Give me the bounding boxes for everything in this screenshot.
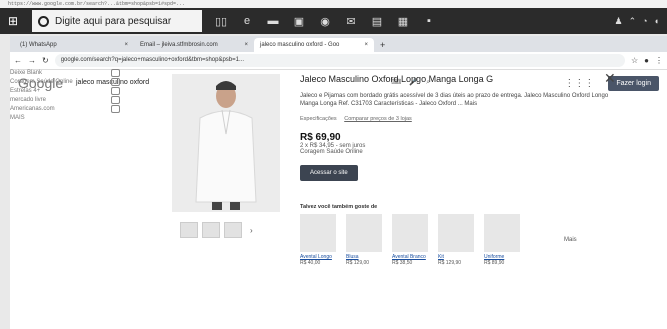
tab-close-icon[interactable]: × [364, 38, 368, 52]
filter-sidebar: Deixe Blank Coragem Saúde Online Estrela… [10, 68, 120, 122]
photos-icon[interactable]: ▤ [364, 10, 390, 32]
system-tray: ♟ ⌃ ◔ ◖ [615, 16, 667, 27]
cortana-icon [38, 15, 49, 27]
new-tab-icon[interactable]: + [374, 38, 391, 52]
filter-label: Americanas.com [10, 105, 55, 112]
product-detail-panel: › ✕ Jaleco Masculino Oxford Longo Manga … [160, 64, 650, 294]
related-item[interactable]: Uniforme R$ 89,90 [484, 214, 520, 266]
filter-label: mercado livre [10, 96, 47, 103]
specs-link[interactable]: Especificações [300, 116, 337, 122]
tray-volume-icon[interactable]: ◖ [654, 16, 659, 27]
product-title: Jaleco Masculino Oxford Longo Manga Long… [300, 74, 494, 84]
related-item[interactable]: Kit R$ 129,90 [438, 214, 474, 266]
filter-label: Estrelas 4+ [10, 87, 41, 94]
mail-icon[interactable]: ✉ [338, 10, 364, 32]
thumbnail[interactable] [180, 222, 198, 238]
filter-item[interactable]: Estrelas 4+ [10, 86, 120, 95]
related-item[interactable]: Avental Branco R$ 38,50 [392, 214, 428, 266]
edge-icon[interactable]: e [234, 10, 260, 32]
taskbar-search-box[interactable]: Digite aqui para pesquisar [32, 10, 202, 32]
related-products: Talvez você também goste de Avental Long… [300, 204, 640, 266]
tab-label: jaleco masculino oxford - Goo [260, 42, 340, 48]
product-links: Especificações Comparar preços de 3 loja… [300, 116, 620, 122]
more-related-link[interactable]: Mais [564, 237, 577, 243]
product-details: Jaleco Masculino Oxford Longo Manga Long… [300, 74, 620, 181]
filter-item[interactable]: mercado livre [10, 95, 120, 104]
tab-strip: (1) WhatsApp × Email – jleiva.stfmbrosin… [10, 36, 667, 52]
product-price: R$ 69,90 [300, 132, 341, 143]
reload-icon[interactable]: ↻ [42, 56, 49, 65]
filter-more-link[interactable]: MAIS [10, 113, 120, 122]
forward-icon[interactable]: → [28, 56, 36, 65]
back-icon[interactable]: ← [14, 56, 22, 65]
related-price: R$ 129,90 [438, 260, 462, 266]
taskbar-apps: ▯▯ e ▬ ▣ ◉ ✉ ▤ ▦ ▪ [208, 10, 442, 32]
filter-checkbox[interactable] [111, 86, 120, 95]
task-view-icon[interactable]: ▯▯ [208, 10, 234, 32]
related-item[interactable]: Avental Longo R$ 40,00 [300, 214, 336, 266]
related-price: R$ 89,90 [484, 260, 505, 266]
related-price: R$ 129,00 [346, 260, 370, 266]
thumbnail-strip: › [180, 222, 253, 238]
related-image [300, 214, 336, 252]
tab-label: (1) WhatsApp [20, 42, 57, 48]
filter-label: Deixe Blank [10, 69, 43, 76]
tab-close-icon[interactable]: × [244, 38, 248, 52]
thumbnail[interactable] [224, 222, 242, 238]
calculator-icon[interactable]: ▦ [390, 10, 416, 32]
filter-item[interactable]: Deixe Blank [10, 68, 120, 77]
tab-close-icon[interactable]: × [124, 38, 128, 52]
product-description: Jaleco e Pijamas com bordado grátis aces… [300, 93, 609, 107]
filter-checkbox[interactable] [111, 68, 120, 77]
address-strip: https://www.google.com.br/search?...&tbm… [0, 0, 667, 8]
related-price: R$ 38,50 [392, 260, 413, 266]
related-image [392, 214, 428, 252]
related-item[interactable]: Blusa R$ 129,00 [346, 214, 382, 266]
visit-site-button[interactable]: Acessar o site [300, 165, 358, 181]
tray-people-icon[interactable]: ♟ [615, 16, 623, 27]
thumbnail[interactable] [202, 222, 220, 238]
menu-kebab-icon[interactable]: ⋮ [655, 56, 663, 65]
windows-taskbar: ⊞ Digite aqui para pesquisar ▯▯ e ▬ ▣ ◉ … [0, 8, 667, 34]
filter-checkbox[interactable] [111, 77, 120, 86]
filter-item[interactable]: Americanas.com [10, 104, 120, 113]
windows-start-icon[interactable]: ⊞ [0, 8, 26, 34]
related-image [484, 214, 520, 252]
filter-item[interactable]: Coragem Saúde Online [10, 77, 120, 86]
tab-email[interactable]: Email – jleiva.stfmbrosin.com × [134, 38, 254, 52]
related-image [346, 214, 382, 252]
filter-checkbox[interactable] [111, 104, 120, 113]
compare-link[interactable]: Comparar preços de 3 lojas [344, 116, 412, 122]
filter-checkbox[interactable] [111, 95, 120, 104]
filter-label: MAIS [10, 114, 25, 121]
related-title: Talvez você também goste de [300, 204, 378, 210]
taskbar-search-placeholder: Digite aqui para pesquisar [55, 15, 172, 27]
file-explorer-icon[interactable]: ▬ [260, 10, 286, 32]
related-price: R$ 40,00 [300, 260, 321, 266]
tray-chevron-icon[interactable]: ⌃ [629, 16, 637, 27]
tray-network-icon[interactable]: ◔ [642, 16, 647, 27]
store-icon[interactable]: ▣ [286, 10, 312, 32]
chrome-icon[interactable]: ◉ [312, 10, 338, 32]
app-icon[interactable]: ▪ [416, 10, 442, 32]
product-image[interactable] [172, 74, 280, 212]
tab-google-shopping[interactable]: jaleco masculino oxford - Goo × [254, 38, 374, 52]
tab-label: Email – jleiva.stfmbrosin.com [140, 42, 218, 48]
filter-label: Coragem Saúde Online [10, 78, 73, 85]
tab-whatsapp[interactable]: (1) WhatsApp × [14, 38, 134, 52]
seller-name: Coragem Saúde Online [300, 149, 363, 155]
next-image-icon[interactable]: › [250, 226, 253, 235]
related-image [438, 214, 474, 252]
